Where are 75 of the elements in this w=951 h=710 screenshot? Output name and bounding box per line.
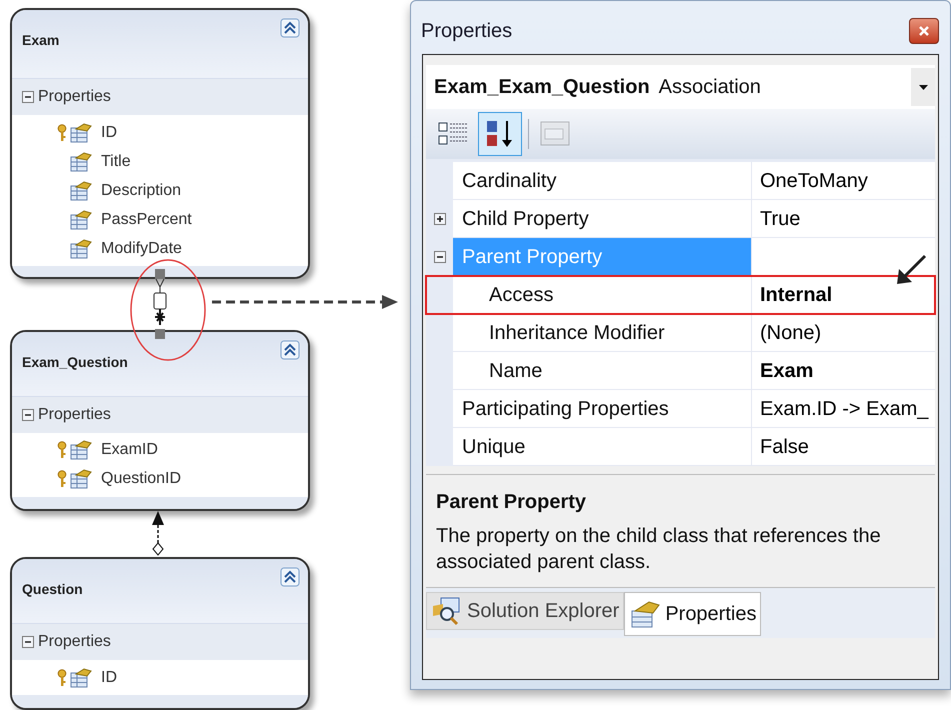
property-value: OneToMany (751, 162, 935, 200)
collapse-icon[interactable] (280, 340, 300, 360)
key-icon (57, 668, 67, 687)
property-name: Cardinality (453, 162, 751, 200)
property-name: Parent Property (453, 238, 751, 276)
section-label: Properties (38, 87, 111, 107)
field-name[interactable]: ModifyDate (101, 236, 182, 260)
property-value: Exam.ID -> Exam_ (751, 390, 935, 428)
property-icon (70, 122, 92, 142)
property-icon (70, 668, 92, 688)
property-icon (70, 469, 92, 490)
property-row[interactable]: Inheritance Modifier (None) (426, 314, 935, 352)
property-row[interactable]: Access Internal (426, 276, 935, 314)
property-name: Name (453, 352, 751, 390)
property-name: Inheritance Modifier (453, 314, 751, 352)
entity-shape[interactable]: Question Properties ID (10, 557, 310, 710)
expand-toggle-icon[interactable] (434, 213, 446, 225)
field-name[interactable]: ID (101, 666, 117, 690)
key-icon (57, 470, 67, 488)
entity-title: Exam_Question (22, 352, 128, 372)
key-icon (57, 441, 67, 460)
field-name[interactable]: QuestionID (101, 467, 182, 492)
property-icon (70, 210, 92, 230)
alphabetical-toolbar-button[interactable] (478, 112, 522, 156)
property-row[interactable]: Name Exam (426, 352, 935, 390)
collapse-icon[interactable] (280, 567, 300, 588)
entity-title: Exam (22, 31, 60, 50)
entity-shape[interactable]: Exam_Question Properties ExamID QuestionID (10, 330, 310, 512)
collapse-toggle-icon[interactable] (22, 91, 34, 103)
object-name: Exam_Exam_Question (434, 75, 650, 100)
panel-tab[interactable]: Solution Explorer (426, 592, 624, 630)
property-value: Exam (751, 352, 935, 390)
property-name: Child Property (453, 200, 751, 238)
property-row[interactable]: Participating Properties Exam.ID -> Exam_ (426, 390, 935, 428)
window-title: Properties (421, 18, 512, 44)
field-name[interactable]: Description (101, 178, 182, 202)
association-connector-icon[interactable] (151, 268, 169, 341)
field-name[interactable]: PassPercent (101, 208, 192, 232)
description-title: Parent Property (436, 490, 588, 515)
property-row[interactable]: Child Property True (426, 200, 935, 238)
property-icon (70, 440, 92, 460)
pointer-arrow (895, 254, 927, 286)
property-icon (70, 152, 92, 172)
property-icon (70, 238, 92, 258)
properties-icon (629, 599, 662, 629)
key-icon (57, 124, 67, 142)
property-name: Unique (453, 428, 751, 466)
field-name[interactable]: ExamID (101, 438, 158, 462)
property-value: (None) (751, 314, 935, 352)
collapse-toggle-icon[interactable] (434, 251, 446, 263)
entity-shape[interactable]: Exam Properties ID Title Description PassPercent ModifyDate (10, 8, 310, 279)
close-button[interactable] (909, 18, 939, 44)
property-value: True (751, 200, 935, 238)
property-value: False (751, 428, 935, 466)
section-label: Properties (38, 404, 111, 425)
object-selector-dropdown[interactable]: Exam_Exam_Question Association (426, 65, 935, 109)
property-row[interactable]: Unique False (426, 428, 935, 466)
collapse-toggle-icon[interactable] (22, 408, 34, 421)
entity-title: Question (22, 580, 83, 600)
object-type: Association (658, 75, 761, 100)
property-icon (70, 180, 92, 200)
inheritance-connector-icon (151, 511, 165, 558)
section-label: Properties (38, 632, 111, 652)
panel-tab[interactable]: Properties (624, 592, 762, 636)
caret-icon (918, 84, 928, 90)
close-icon (918, 24, 930, 36)
field-name[interactable]: Title (101, 150, 131, 174)
collapse-toggle-icon[interactable] (22, 636, 34, 648)
description-text: The property on the child class that references the associated parent class. (436, 524, 882, 575)
property-name: Access (453, 276, 751, 314)
property-value: Internal (751, 276, 935, 314)
collapse-icon[interactable] (280, 18, 300, 38)
property-row[interactable]: Cardinality OneToMany (426, 162, 935, 200)
property-name: Participating Properties (453, 390, 751, 428)
field-name[interactable]: ID (101, 120, 117, 144)
